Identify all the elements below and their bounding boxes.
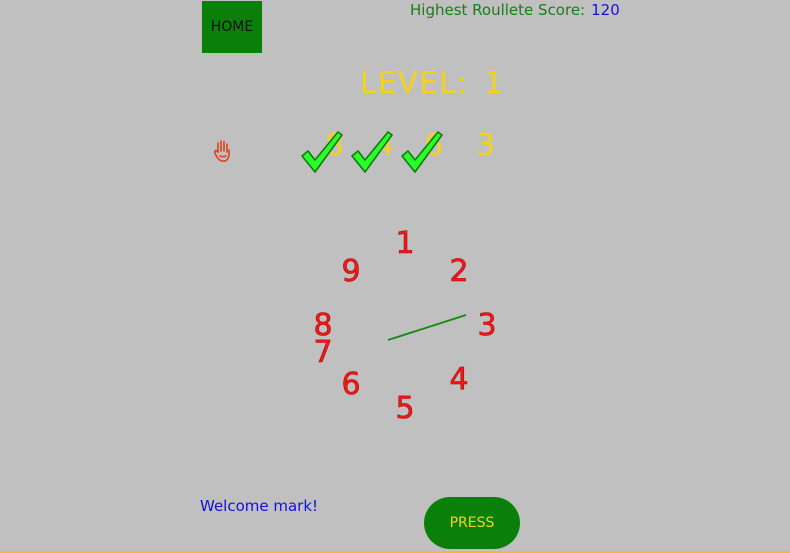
sequence-number: 3: [476, 128, 496, 163]
home-button[interactable]: HOME: [202, 1, 262, 53]
dial-number: 4: [449, 362, 469, 397]
highest-score: Highest Roullete Score: 120: [410, 1, 620, 19]
dial-number: 6: [341, 367, 361, 402]
check-icon: [301, 131, 343, 173]
dial-number: 2: [449, 254, 469, 289]
level-value: 1: [483, 66, 505, 101]
check-icon: [351, 131, 393, 173]
level-label: LEVEL:: [360, 66, 468, 101]
hand-icon: [213, 140, 230, 162]
press-button[interactable]: PRESS: [424, 497, 520, 549]
score-value: 120: [591, 1, 620, 19]
dial-number: 3: [477, 308, 497, 343]
dial-number: 5: [395, 391, 415, 426]
sequence-row: 8 4 6 3: [300, 128, 500, 173]
check-icon: [401, 131, 443, 173]
dial-number: 8: [313, 308, 333, 343]
level-display: LEVEL: 1: [360, 66, 504, 101]
dial-number: 9: [341, 254, 361, 289]
score-label: Highest Roullete Score:: [410, 1, 586, 19]
welcome-message: Welcome mark!: [200, 497, 319, 515]
dial-number: 1: [395, 226, 415, 261]
